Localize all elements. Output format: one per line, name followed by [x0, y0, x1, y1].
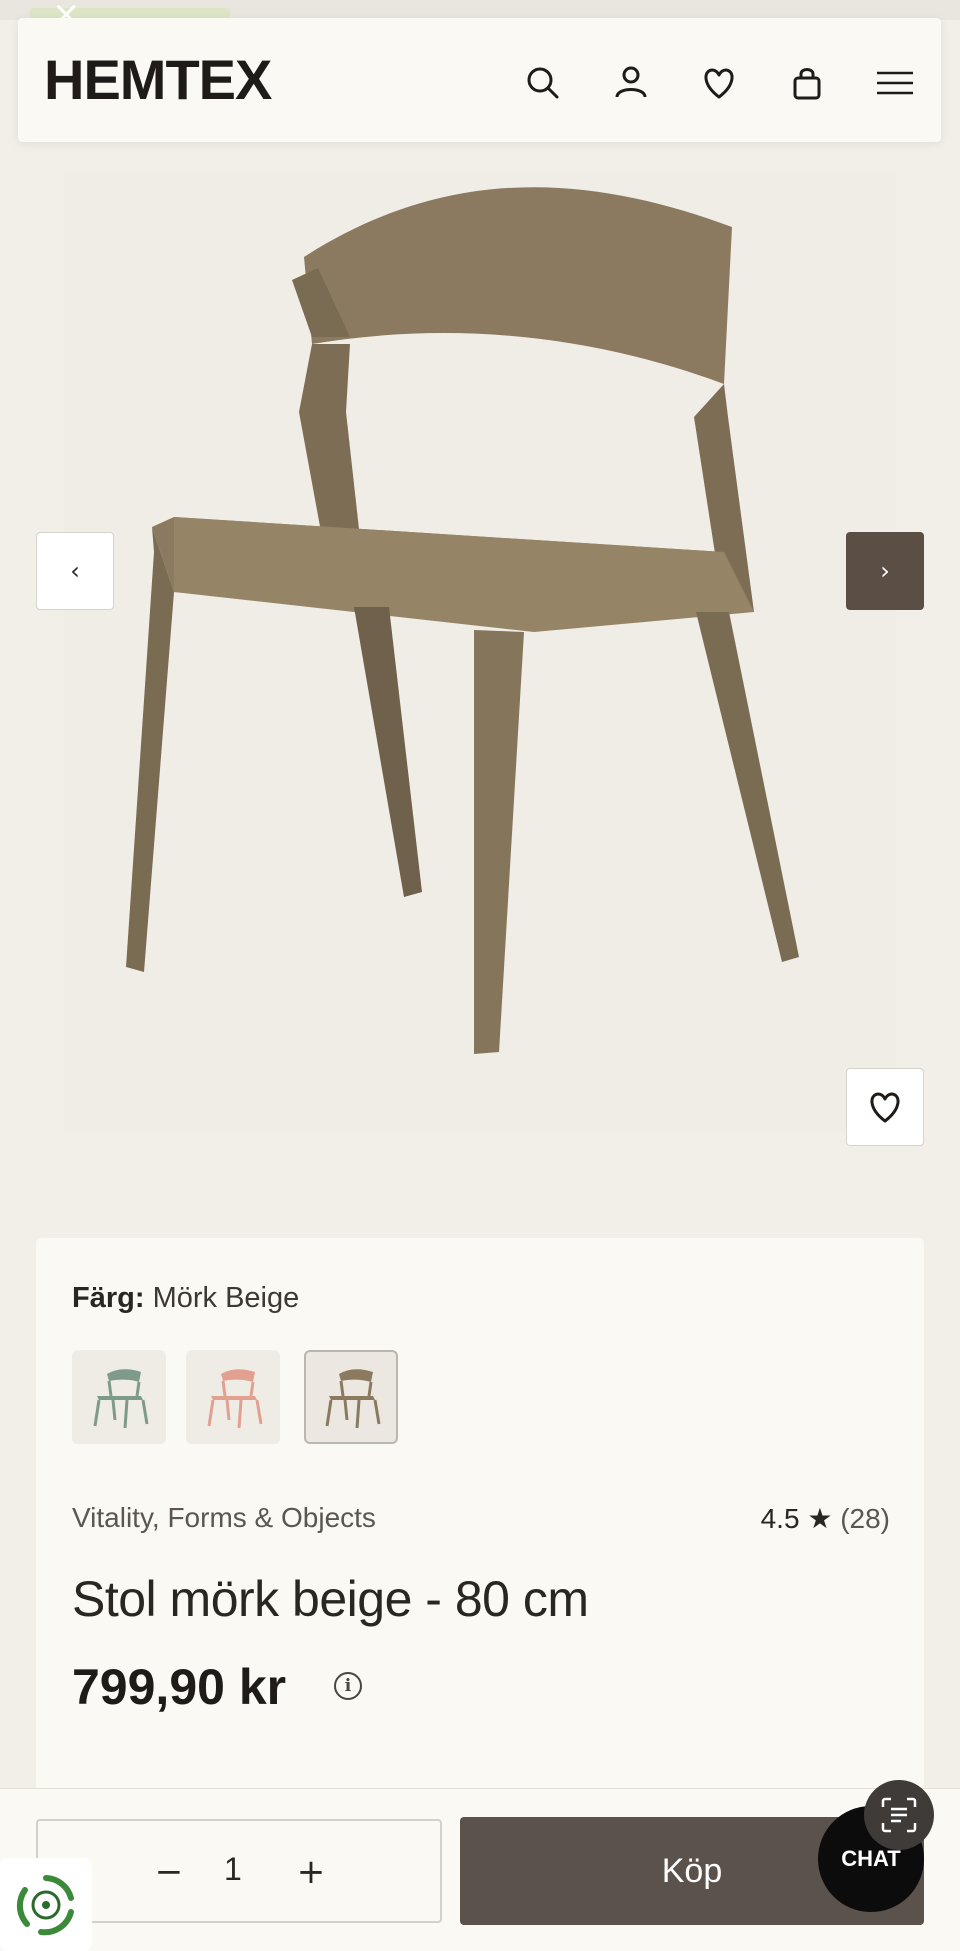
product-title: Stol mörk beige - 80 cm	[72, 1571, 589, 1627]
chevron-right-icon: ›	[880, 557, 890, 585]
site-header: HEMTEX	[18, 18, 941, 142]
color-selection-label: Färg: Mörk Beige	[72, 1282, 299, 1315]
cart-icon[interactable]	[782, 58, 832, 108]
increase-quantity-button[interactable]: +	[284, 1845, 338, 1899]
product-info-card: Färg: Mörk Beige Vitality, Forms & Objec…	[36, 1238, 924, 1798]
recycle-icon	[16, 1874, 74, 1935]
price-info-icon[interactable]: i	[334, 1672, 362, 1700]
star-icon: ★	[807, 1503, 833, 1534]
scan-text-icon	[881, 1797, 917, 1833]
wishlist-icon[interactable]	[694, 58, 744, 108]
buy-bar: − 1 + Köp	[0, 1788, 960, 1951]
decrease-quantity-button[interactable]: −	[142, 1845, 196, 1899]
add-to-wishlist-button[interactable]	[846, 1068, 924, 1146]
buy-button-label: Köp	[661, 1851, 723, 1890]
product-image-gallery[interactable]	[64, 172, 896, 1132]
product-price: 799,90 kr	[72, 1659, 287, 1715]
recycle-badge[interactable]	[0, 1858, 92, 1951]
color-label: Färg:	[72, 1282, 145, 1314]
review-count: (28)	[840, 1503, 890, 1534]
color-value: Mörk Beige	[152, 1282, 300, 1314]
color-swatch-dark-beige[interactable]	[304, 1350, 398, 1444]
account-icon[interactable]	[606, 58, 656, 108]
chat-button-label: CHAT	[841, 1846, 901, 1871]
chair-thumbnail-pink	[207, 1369, 263, 1429]
gallery-prev-button[interactable]: ‹	[36, 532, 114, 610]
gallery-next-button[interactable]: ›	[846, 532, 924, 610]
color-swatch-pink[interactable]	[186, 1350, 280, 1444]
rating-value: 4.5	[760, 1503, 800, 1534]
heart-icon	[870, 1092, 900, 1123]
product-image	[126, 187, 799, 1054]
menu-icon[interactable]	[870, 58, 920, 108]
rating[interactable]: 4.5 ★ (28)	[761, 1502, 890, 1535]
chair-thumbnail-green	[93, 1369, 149, 1429]
chevron-left-icon: ‹	[70, 557, 80, 585]
quantity-value[interactable]: 1	[224, 1851, 242, 1888]
logo[interactable]: HEMTEX	[44, 52, 272, 108]
quantity-stepper: − 1 +	[36, 1819, 442, 1923]
color-swatch-green[interactable]	[72, 1350, 166, 1444]
chair-thumbnail-dark-beige	[325, 1369, 381, 1429]
status-strip: ×	[0, 0, 960, 34]
text-scan-button[interactable]	[864, 1780, 934, 1850]
brand-link[interactable]: Vitality, Forms & Objects	[72, 1502, 376, 1534]
search-icon[interactable]	[518, 58, 568, 108]
